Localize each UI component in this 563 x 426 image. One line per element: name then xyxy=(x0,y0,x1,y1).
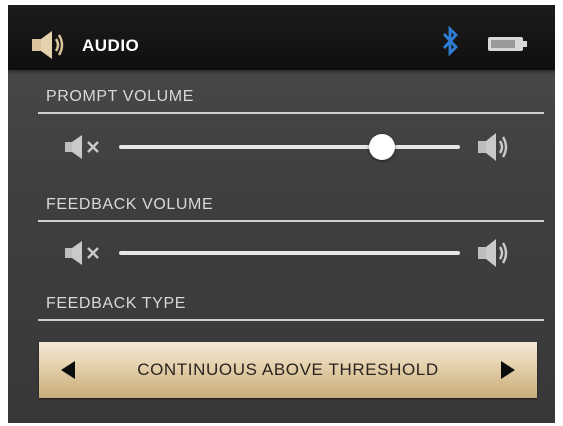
feedback-type-selector[interactable]: CONTINUOUS ABOVE THRESHOLD xyxy=(39,342,537,398)
triangle-right-icon[interactable] xyxy=(501,361,515,379)
feedback-mute-icon[interactable] xyxy=(63,240,105,266)
prompt-volume-label: PROMPT VOLUME xyxy=(46,88,194,105)
prompt-mute-icon[interactable] xyxy=(63,134,105,160)
feedback-volume-divider xyxy=(38,220,544,222)
prompt-loud-icon[interactable] xyxy=(476,132,512,162)
battery-icon xyxy=(488,37,527,51)
header-bar: AUDIO xyxy=(8,5,555,70)
feedback-volume-label: FEEDBACK VOLUME xyxy=(46,196,214,213)
prompt-volume-divider xyxy=(38,112,544,114)
feedback-type-value: CONTINUOUS ABOVE THRESHOLD xyxy=(137,360,439,379)
feedback-type-divider xyxy=(38,319,544,321)
page-title: AUDIO xyxy=(82,36,140,55)
bluetooth-icon xyxy=(442,26,458,56)
audio-settings-screen: AUDIO PROMPT VOLUME FEEDBACK VOLUME FEED… xyxy=(8,5,555,423)
prompt-volume-slider[interactable] xyxy=(119,134,460,160)
feedback-volume-slider[interactable] xyxy=(119,251,460,255)
prompt-volume-handle[interactable] xyxy=(368,134,395,160)
feedback-loud-icon[interactable] xyxy=(476,238,512,268)
speaker-icon xyxy=(32,31,64,59)
feedback-type-label: FEEDBACK TYPE xyxy=(46,295,186,312)
